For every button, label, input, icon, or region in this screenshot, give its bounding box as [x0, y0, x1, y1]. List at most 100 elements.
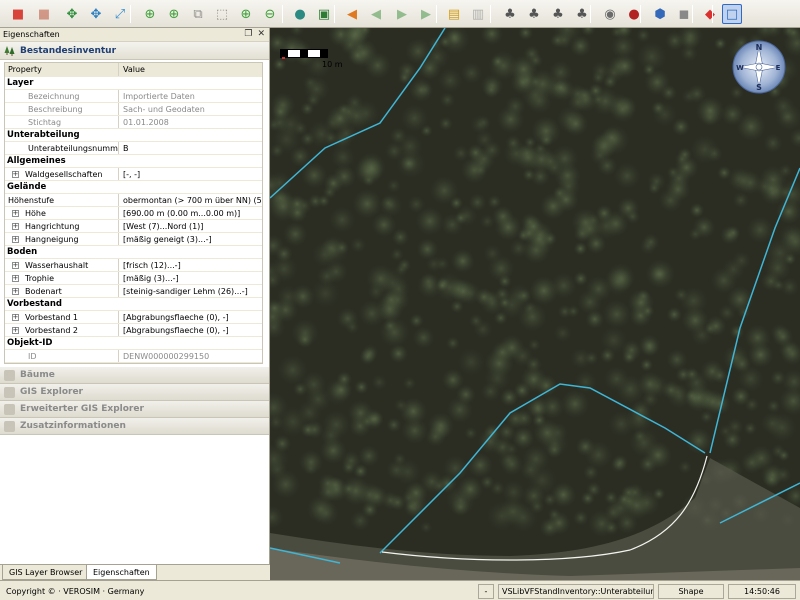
category-row[interactable]: Unterabteilung — [5, 129, 262, 142]
zoom-in-icon[interactable]: ⊕ — [164, 4, 184, 24]
expand-icon[interactable]: + — [8, 209, 22, 217]
expand-icon[interactable]: + — [8, 326, 22, 334]
zoom-in-2-icon[interactable]: ⊕ — [236, 4, 256, 24]
car-icon[interactable]: ◆ — [700, 4, 720, 24]
property-row[interactable]: + Höhe [690.00 m (0.00 m...0.00 m)] — [5, 207, 262, 220]
property-value[interactable]: obermontan (> 700 m über NN) (5) — [119, 194, 262, 206]
cube-icon[interactable]: ◼ — [674, 4, 694, 24]
property-row[interactable]: + Hangrichtung [West (7)...Nord (1)] — [5, 220, 262, 233]
zoom-out-icon[interactable]: ⊖ — [260, 4, 280, 24]
arrow-back-icon[interactable]: ◀ — [366, 4, 386, 24]
category-row[interactable]: Objekt-ID — [5, 337, 262, 350]
property-row[interactable]: Bezeichnung Importierte Daten — [5, 90, 262, 103]
layer-add-icon[interactable]: ■ — [8, 4, 28, 24]
tree-group-icon[interactable]: ♣ — [524, 4, 544, 24]
collapsed-section[interactable]: Erweiterter GIS Explorer — [0, 401, 269, 418]
move-icon[interactable]: ✥ — [86, 4, 106, 24]
category-label: Gelände — [7, 182, 47, 192]
property-value[interactable]: [West (7)...Nord (1)] — [119, 220, 262, 232]
expand-icon[interactable]: + — [8, 313, 22, 321]
map-view[interactable]: 10 m N S W E — [270, 28, 800, 580]
toolbar-separator — [334, 5, 335, 23]
property-row[interactable]: + Waldgesellschaften [-, -] — [5, 168, 262, 181]
property-value[interactable]: [steinig-sandiger Lehm (26)...-] — [119, 285, 262, 297]
property-label: Trophie — [25, 273, 55, 283]
compass-rose[interactable]: N S W E — [732, 40, 786, 94]
property-row[interactable]: + Vorbestand 1 [Abgrabungsflaeche (0), -] — [5, 311, 262, 324]
property-value[interactable]: [Abgrabungsflaeche (0), -] — [119, 311, 262, 323]
expand-icon[interactable]: + — [8, 261, 22, 269]
property-value[interactable]: [mäßig geneigt (3)...-] — [119, 233, 262, 245]
property-label: Bodenart — [25, 286, 62, 296]
property-value[interactable]: 01.01.2008 — [119, 116, 262, 128]
collapsed-section[interactable]: GIS Explorer — [0, 384, 269, 401]
toolbar-separator — [640, 5, 641, 23]
pan-icon[interactable]: ✥ — [62, 4, 82, 24]
property-row[interactable]: ID DENW000000299150 — [5, 350, 262, 363]
chart-icon[interactable]: ▥ — [468, 4, 488, 24]
close-panel-icon[interactable]: ✕ — [257, 29, 265, 39]
property-value[interactable]: [Abgrabungsflaeche (0), -] — [119, 324, 262, 336]
panel-tab-bar: GIS Layer Browser Eigenschaften — [0, 564, 270, 580]
shield-icon[interactable]: ⬢ — [650, 4, 670, 24]
collapsed-section[interactable]: Bäume — [0, 367, 269, 384]
arrow-forward-icon[interactable]: ▶ — [392, 4, 412, 24]
float-panel-icon[interactable]: ❐ — [244, 29, 252, 39]
fit-all-icon[interactable]: ⤢ — [110, 4, 130, 24]
trees-icon[interactable]: ♣ — [500, 4, 520, 24]
ball-icon[interactable]: ● — [624, 4, 644, 24]
property-value[interactable]: Sach- und Geodaten — [119, 103, 262, 115]
property-row[interactable]: + Vorbestand 2 [Abgrabungsflaeche (0), -] — [5, 324, 262, 337]
section-bestandesinventur[interactable]: Bestandesinventur — [0, 42, 269, 60]
property-row[interactable]: Stichtag 01.01.2008 — [5, 116, 262, 129]
zoom-point-icon[interactable]: ⊕ — [140, 4, 160, 24]
section-icon — [4, 403, 15, 415]
property-value[interactable]: [690.00 m (0.00 m...0.00 m)] — [119, 207, 262, 219]
aerial-map-canvas[interactable]: 10 m N S W E — [270, 28, 800, 580]
arrow-right-icon[interactable]: ▶ — [416, 4, 436, 24]
expand-icon[interactable]: + — [8, 170, 22, 178]
globe-icon[interactable]: ● — [290, 4, 310, 24]
property-row[interactable]: + Hangneigung [mäßig geneigt (3)...-] — [5, 233, 262, 246]
property-row[interactable]: + Trophie [mäßig (3)...-] — [5, 272, 262, 285]
category-row[interactable]: Boden — [5, 246, 262, 259]
property-value[interactable]: [-, -] — [119, 168, 262, 180]
property-row[interactable]: + Wasserhaushalt [frisch (12)...-] — [5, 259, 262, 272]
property-value[interactable]: [mäßig (3)...-] — [119, 272, 262, 284]
category-row[interactable]: Vorbestand — [5, 298, 262, 311]
compass-w: W — [736, 64, 744, 72]
property-row[interactable]: + Bodenart [steinig-sandiger Lehm (26)...-… — [5, 285, 262, 298]
properties-panel: Eigenschaften ❐ ✕ Bestandesinventur Prop… — [0, 28, 270, 580]
layout-icon[interactable]: ▤ — [444, 4, 464, 24]
category-row[interactable]: Gelände — [5, 181, 262, 194]
panel-tab[interactable]: Eigenschaften — [86, 565, 157, 580]
zoom-window-icon[interactable]: ⧉ — [188, 4, 208, 24]
property-label: Beschreibung — [28, 104, 83, 114]
property-value[interactable]: DENW000000299150 — [119, 350, 262, 362]
property-label: Unterabteilungsnummer — [28, 143, 119, 153]
property-value[interactable]: B — [119, 142, 262, 154]
compass-icon[interactable]: ◉ — [600, 4, 620, 24]
property-value[interactable]: Importierte Daten — [119, 90, 262, 102]
collapsed-section[interactable]: Zusatzinformationen — [0, 418, 269, 435]
expand-icon[interactable]: + — [8, 274, 22, 282]
layer-remove-icon[interactable]: ■ — [34, 4, 54, 24]
property-value[interactable]: [frisch (12)...-] — [119, 259, 262, 271]
category-row[interactable]: Allgemeines — [5, 155, 262, 168]
compass-s: S — [756, 83, 762, 92]
expand-icon[interactable]: + — [8, 235, 22, 243]
property-row[interactable]: Höhenstufe obermontan (> 700 m über NN) (… — [5, 194, 262, 207]
section-title: Bestandesinventur — [20, 45, 117, 56]
window-toggle-icon[interactable]: □ — [722, 4, 742, 24]
expand-icon[interactable]: + — [8, 287, 22, 295]
zoom-rect-icon[interactable]: ⬚ — [212, 4, 232, 24]
property-row[interactable]: Beschreibung Sach- und Geodaten — [5, 103, 262, 116]
tree-select-icon[interactable]: ♣ — [572, 4, 592, 24]
panel-tab[interactable]: GIS Layer Browser — [2, 565, 90, 580]
property-row[interactable]: Unterabteilungsnummer B — [5, 142, 262, 155]
tree-cluster-icon[interactable]: ♣ — [548, 4, 568, 24]
expand-icon[interactable]: + — [8, 222, 22, 230]
category-row[interactable]: Layer — [5, 77, 262, 90]
map-tile-icon[interactable]: ▣ — [314, 4, 334, 24]
arrow-left-icon[interactable]: ◀ — [342, 4, 362, 24]
